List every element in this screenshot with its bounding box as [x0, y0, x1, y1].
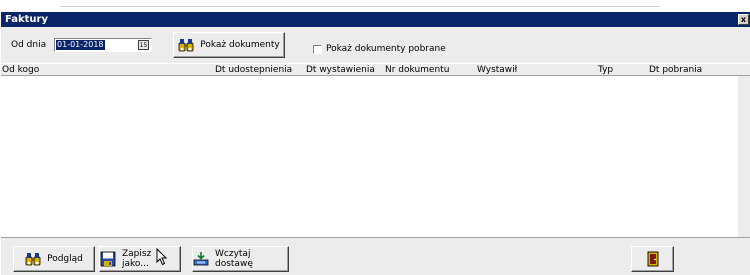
filter-toolbar: Od dnia 01-01-2018 15 Pokaż dokumenty Po… [1, 27, 750, 63]
bottom-toolbar: Podgląd Zapisz jako... Wczytaj dostawę [1, 237, 750, 275]
title-bar: Faktury x [1, 12, 750, 27]
show-downloaded-label: Pokaż dokumenty pobrane [326, 44, 446, 54]
vertical-scrollbar-area [738, 76, 750, 237]
door-exit-icon [645, 251, 661, 267]
calendar-icon: 15 [139, 42, 148, 49]
close-icon: x [740, 15, 747, 24]
date-from-value: 01-01-2018 [56, 40, 105, 50]
column-header-from[interactable]: Od kogo [2, 64, 39, 76]
save-as-label: Zapisz jako... [122, 249, 152, 269]
show-documents-label: Pokaż dokumenty [200, 40, 280, 50]
tray-load-icon [193, 251, 209, 267]
grid-header: Od kogo Dt udostepnienia Dt wystawienia … [1, 63, 750, 76]
date-from-input[interactable]: 01-01-2018 15 [54, 38, 152, 52]
column-header-document-number[interactable]: Nr dokumentu [385, 64, 449, 76]
binoculars-icon [25, 251, 41, 267]
background-line [60, 6, 660, 7]
invoices-window: Faktury x Od dnia 01-01-2018 15 Pokaż do… [0, 12, 750, 275]
preview-button[interactable]: Podgląd [13, 246, 95, 272]
invoices-grid[interactable] [1, 76, 738, 237]
background-strip [0, 0, 750, 12]
load-delivery-button[interactable]: Wczytaj dostawę [192, 246, 289, 272]
preview-label: Podgląd [47, 254, 83, 264]
exit-button[interactable] [631, 246, 674, 272]
calendar-button[interactable]: 15 [138, 40, 149, 50]
column-header-shared-date[interactable]: Dt udostepnienia [215, 64, 292, 76]
mouse-pointer-icon [156, 248, 168, 266]
load-delivery-label: Wczytaj dostawę [215, 249, 253, 269]
floppy-disk-icon [100, 251, 116, 267]
close-button[interactable]: x [738, 14, 749, 25]
show-documents-button[interactable]: Pokaż dokumenty [173, 32, 285, 58]
column-header-type[interactable]: Typ [598, 64, 613, 76]
column-header-issuer[interactable]: Wystawił [477, 64, 517, 76]
column-header-download-date[interactable]: Dt pobrania [649, 64, 702, 76]
binoculars-icon [178, 37, 194, 53]
window-title: Faktury [5, 14, 48, 25]
show-downloaded-checkbox[interactable] [313, 45, 322, 54]
column-header-issue-date[interactable]: Dt wystawienia [306, 64, 375, 76]
date-label: Od dnia [11, 40, 47, 50]
save-as-button[interactable]: Zapisz jako... [99, 246, 181, 272]
